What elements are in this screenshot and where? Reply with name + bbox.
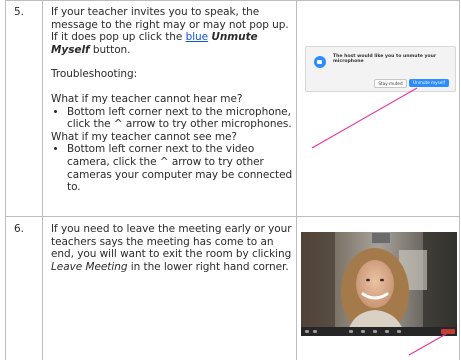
troubleshooting-heading: Troubleshooting: — [51, 68, 138, 81]
row-5-intro: If your teacher invites you to speak, th… — [51, 6, 297, 56]
table-border-left — [5, 0, 6, 360]
unmute-myself-button[interactable]: Unmute myself — [409, 79, 449, 87]
row-divider — [5, 216, 460, 217]
video-icon[interactable] — [313, 330, 317, 333]
answer-hear: Bottom left corner next to the microphon… — [67, 106, 297, 131]
leave-meeting-text: Leave Meeting — [51, 260, 128, 273]
participant-thumbnail[interactable] — [371, 232, 391, 244]
stay-muted-button[interactable]: Stay muted — [374, 79, 407, 88]
popup-message: The host would like you to unmute your m… — [333, 54, 437, 65]
record-icon[interactable] — [385, 330, 389, 333]
table-border-top — [5, 0, 460, 1]
chat-icon[interactable] — [361, 330, 365, 333]
column-divider-1 — [42, 0, 43, 360]
video-meeting-screenshot — [301, 232, 457, 336]
answer-see: Bottom left corner next to the video cam… — [67, 143, 297, 193]
participants-icon[interactable] — [349, 330, 353, 333]
answer-list-hear: Bottom left corner next to the microphon… — [51, 106, 297, 131]
reactions-icon[interactable] — [397, 330, 401, 333]
blue-link[interactable]: blue — [186, 31, 209, 43]
share-screen-icon[interactable] — [373, 330, 377, 333]
leave-end-text: in the lower right hand corner. — [127, 260, 289, 273]
row-6-text: If you need to leave the meeting early o… — [51, 223, 297, 273]
table-border-right — [459, 0, 460, 360]
intro-end-text: button. — [89, 43, 131, 56]
row-6-paragraph: If you need to leave the meeting early o… — [51, 223, 297, 273]
row-number: 6. — [14, 223, 25, 235]
answer-list-see: Bottom left corner next to the video cam… — [51, 143, 297, 193]
zoom-camera-icon — [314, 56, 326, 68]
row-5-text: If your teacher invites you to speak, th… — [51, 6, 297, 194]
leave-meeting-button[interactable] — [441, 329, 455, 334]
question-hear: What if my teacher cannot hear me? — [51, 92, 243, 105]
mute-icon[interactable] — [305, 330, 309, 333]
leave-text: If you need to leave the meeting early o… — [51, 223, 292, 261]
meeting-toolbar — [301, 327, 457, 336]
unmute-popup-screenshot: The host would like you to unmute your m… — [305, 46, 456, 92]
row-number: 5. — [14, 6, 25, 18]
video-frame-image — [301, 232, 457, 336]
question-see: What if my teacher cannot see me? — [51, 130, 237, 143]
